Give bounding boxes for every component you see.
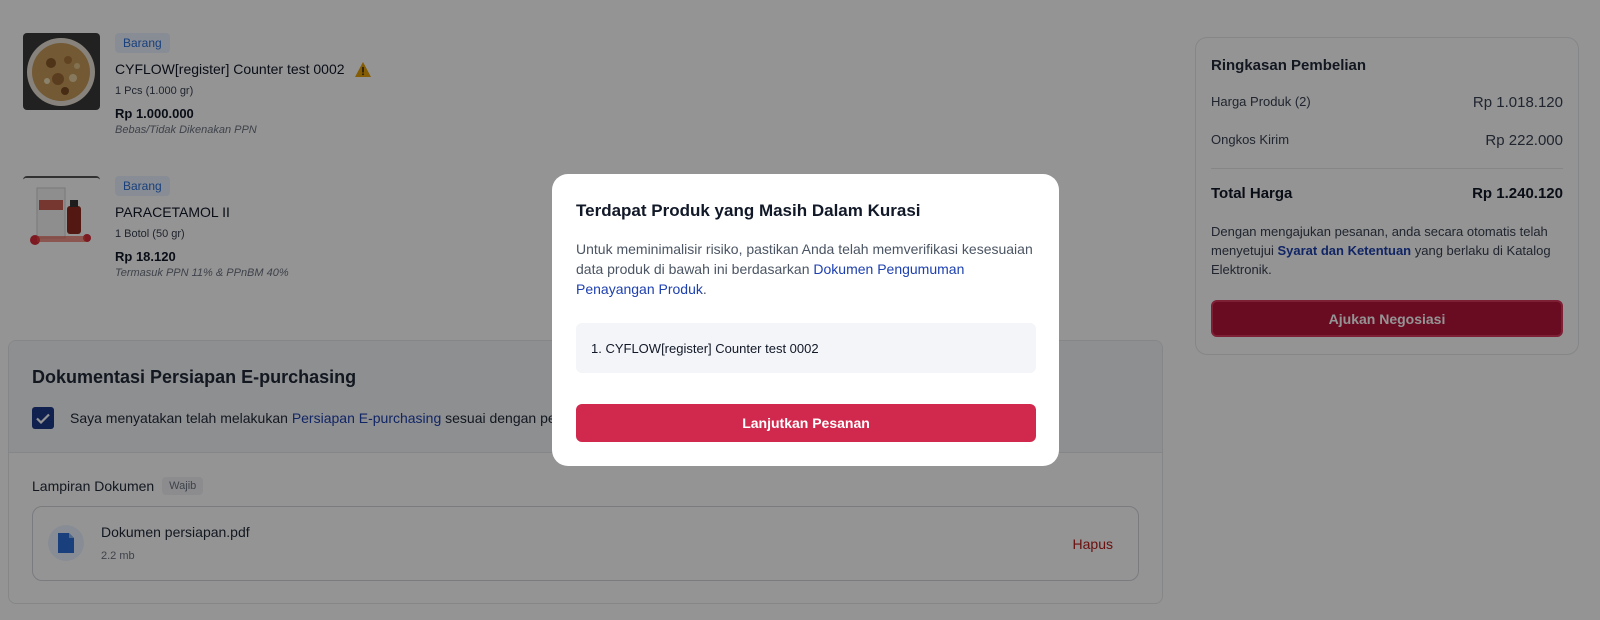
description-suffix: . [702, 281, 707, 297]
list-item: 1. CYFLOW[register] Counter test 0002 [591, 340, 819, 356]
modal-title: Terdapat Produk yang Masih Dalam Kurasi [576, 201, 921, 220]
modal-description: Untuk meminimalisir risiko, pastikan And… [576, 239, 1036, 299]
continue-order-button[interactable]: Lanjutkan Pesanan [576, 404, 1036, 442]
curation-product-list: 1. CYFLOW[register] Counter test 0002 [576, 323, 1036, 373]
curation-modal: Terdapat Produk yang Masih Dalam Kurasi … [552, 174, 1059, 466]
